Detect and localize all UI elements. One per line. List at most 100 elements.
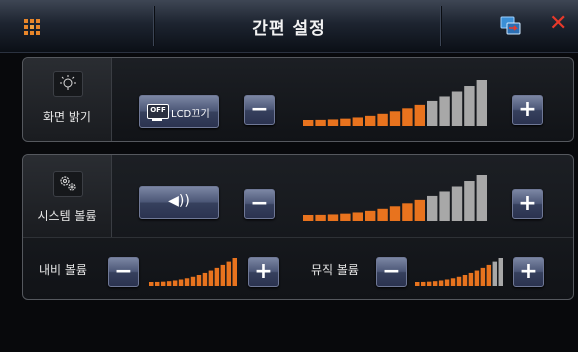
level-bar-active [474,270,480,286]
brightness-panel: 화면 밝기 OFF LCD끄기 − + [22,57,574,142]
brightness-minus-button[interactable]: − [244,95,275,125]
music-volume-level-bars[interactable] [415,258,505,286]
level-bar-active [402,108,413,126]
level-bar-inactive [427,100,438,126]
level-bar-active [352,212,363,221]
level-bar-active [220,264,226,286]
gear-icon [53,171,83,197]
level-bar-active [377,208,388,221]
level-bar-inactive [476,175,487,221]
level-bar-active [154,281,160,286]
level-bar-active [166,281,172,286]
level-bar-active [202,272,208,286]
level-bar-active [389,206,401,221]
level-bar-active [438,280,444,286]
minus-icon: − [250,191,269,216]
level-bar-active [389,111,401,126]
brightness-plus-button[interactable]: + [512,95,543,125]
level-bar-active [196,274,202,286]
level-bar-active [232,258,237,286]
level-bar-active [315,214,326,221]
level-bar-active [303,215,314,221]
level-bar-active [450,278,456,286]
screen-switch-icon[interactable] [500,16,522,36]
system-volume-label: 시스템 볼륨 [37,209,97,223]
brightness-icon [53,71,83,97]
off-badge: OFF [147,104,169,121]
plus-icon: + [519,259,538,284]
level-bar-inactive [492,261,498,286]
nav-volume-plus-button[interactable]: + [248,257,279,287]
plus-icon: + [518,191,537,216]
level-bar-active [426,281,432,286]
level-bar-active [190,276,196,286]
page-title: 간편 설정 [252,19,326,39]
level-bar-active [468,272,474,286]
system-volume-label-box: 시스템 볼륨 [23,155,112,238]
level-bar-inactive [439,191,450,221]
level-bar-inactive [464,86,475,126]
level-bar-active [462,274,468,286]
level-bar-active [456,276,462,286]
volume-divider [23,237,573,238]
level-bar-inactive [427,195,438,221]
level-bar-active [352,117,363,126]
music-volume-plus-button[interactable]: + [513,257,544,287]
level-bar-active [315,119,326,126]
sound-toggle-button[interactable]: ◀)) [139,186,219,219]
level-bar-inactive [476,80,487,126]
music-volume-label: 뮤직 볼륨 [311,263,359,277]
level-bar-active [327,119,339,126]
level-bar-active [414,104,425,126]
lcd-off-label: LCD끄기 [171,109,210,120]
level-bar-active [208,270,214,286]
minus-icon: − [250,97,269,122]
level-bar-inactive [451,186,463,221]
level-bar-inactive [464,181,475,221]
level-bar-active [184,278,190,286]
system-volume-level-bars[interactable] [303,175,487,221]
close-icon[interactable]: ✕ [549,13,567,35]
title-bar: 간편 설정 ✕ [0,0,578,53]
level-bar-inactive [451,91,463,126]
minus-icon: − [382,259,401,284]
level-bar-active [172,280,178,286]
minus-icon: − [114,259,133,284]
level-bar-active [365,210,376,221]
music-volume-minus-button[interactable]: − [376,257,407,287]
level-bar-active [402,203,413,221]
nav-volume-minus-button[interactable]: − [108,257,139,287]
level-bar-active [377,113,388,126]
level-bar-active [414,199,425,221]
level-bar-active [303,120,314,126]
level-bar-active [365,115,376,126]
level-bar-active [178,279,184,286]
level-bar-active [149,282,154,286]
level-bar-active [486,264,492,286]
volume-panel: 시스템 볼륨 ◀)) − + 내비 볼륨 − + 뮤직 볼륨 − + [22,154,574,300]
level-bar-inactive [439,96,450,126]
level-bar-active [340,213,351,221]
level-bar-active [214,267,220,286]
brightness-label: 화면 밝기 [43,110,91,124]
brightness-level-bars[interactable] [303,80,487,126]
nav-volume-label: 내비 볼륨 [39,263,87,277]
system-volume-plus-button[interactable]: + [512,189,543,219]
brightness-label-box: 화면 밝기 [23,58,112,141]
plus-icon: + [254,259,273,284]
level-bar-active [226,261,232,286]
level-bar-active [480,267,486,286]
system-volume-minus-button[interactable]: − [244,189,275,219]
nav-volume-level-bars[interactable] [149,258,239,286]
level-bar-active [444,279,450,286]
level-bar-active [420,281,426,286]
lcd-off-button[interactable]: OFF LCD끄기 [139,95,219,128]
plus-icon: + [518,97,537,122]
level-bar-active [432,281,438,286]
level-bar-active [415,282,420,286]
speaker-icon: ◀)) [168,193,190,209]
level-bar-active [327,214,339,221]
level-bar-inactive [498,258,503,286]
level-bar-active [340,118,351,126]
level-bar-active [160,281,166,286]
